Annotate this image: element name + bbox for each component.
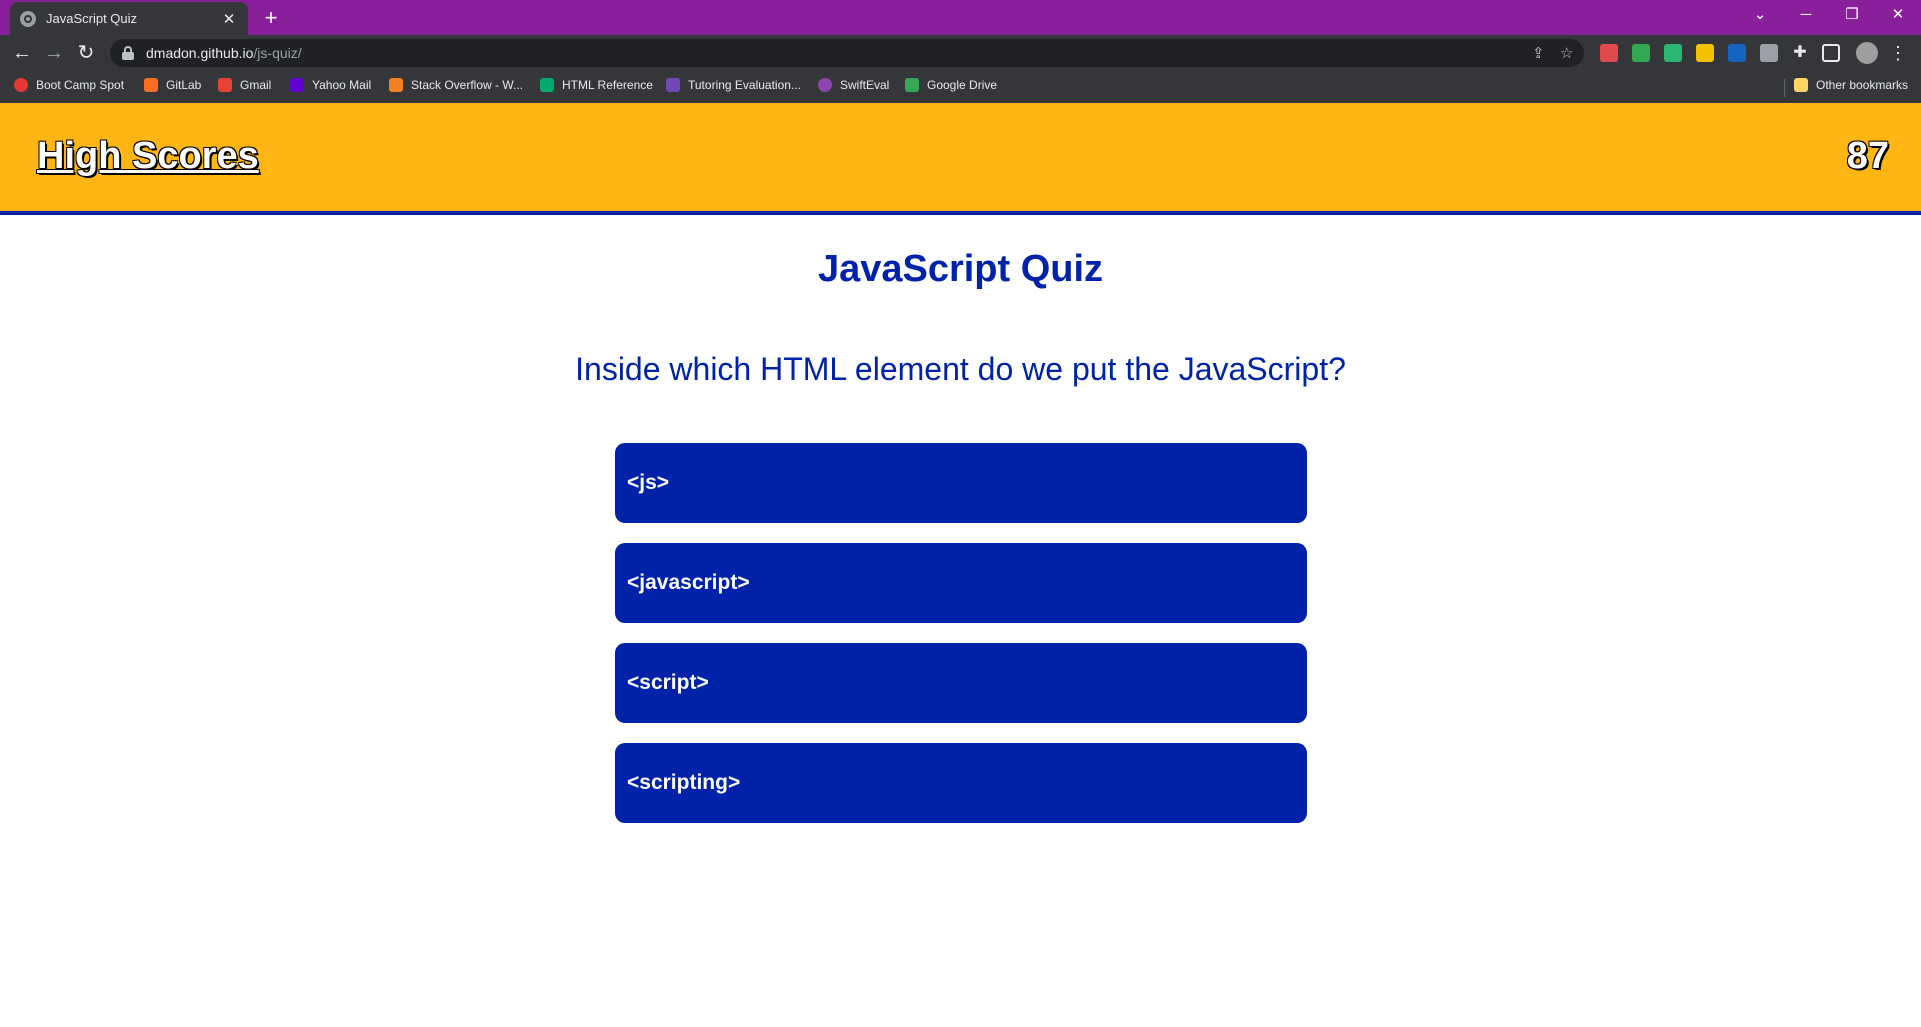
bookmark-gmail[interactable]: Gmail (218, 78, 271, 92)
quiz-header: High Scores 87 (0, 103, 1921, 215)
yahoo-icon (290, 78, 304, 92)
folder-icon (1794, 78, 1808, 92)
bookmark-yahoo-mail[interactable]: Yahoo Mail (290, 78, 371, 92)
bookmark-tutoring-evaluation[interactable]: Tutoring Evaluation... (666, 78, 801, 92)
globe-icon (20, 10, 36, 27)
tab-search-icon[interactable]: ⌄ (1737, 0, 1783, 30)
url-host: dmadon.github.io (146, 45, 254, 61)
browser-toolbar: ← → ↻ dmadon.github.io/js-quiz/ ⇪ ☆ ✚ ⋮ (0, 35, 1921, 71)
answer-button-2[interactable]: <javascript> (615, 543, 1307, 623)
answer-button-3[interactable]: <script> (615, 643, 1307, 723)
extension-icon-4[interactable] (1696, 44, 1714, 62)
question-text: Inside which HTML element do we put the … (575, 351, 1346, 387)
extension-icon-5[interactable] (1728, 44, 1746, 62)
form-icon (666, 78, 680, 92)
new-tab-button[interactable]: + (258, 5, 284, 31)
answer-button-4[interactable]: <scripting> (615, 743, 1307, 823)
star-icon[interactable]: ☆ (1560, 44, 1573, 62)
tab-title: JavaScript Quiz (46, 11, 138, 26)
share-icon[interactable]: ⇪ (1532, 44, 1545, 62)
extension-icon-1[interactable] (1600, 44, 1618, 62)
answer-button-1[interactable]: <js> (615, 443, 1307, 523)
gitlab-icon (144, 78, 158, 92)
camera-icon[interactable] (1760, 44, 1778, 62)
bookmark-gitlab[interactable]: GitLab (144, 78, 201, 92)
lock-icon[interactable] (122, 46, 134, 60)
extension-icon-2[interactable] (1632, 44, 1650, 62)
back-arrow-icon[interactable]: ← (10, 41, 34, 65)
bookmark-swifteval[interactable]: SwiftEval (818, 78, 889, 92)
menu-dots-icon[interactable]: ⋮ (1886, 41, 1910, 65)
address-bar[interactable]: dmadon.github.io/js-quiz/ ⇪ ☆ (110, 39, 1584, 67)
avatar[interactable] (1856, 42, 1878, 64)
forward-arrow-icon[interactable]: → (42, 41, 66, 65)
bookmark-boot-camp-spot[interactable]: Boot Camp Spot (14, 78, 124, 92)
reload-icon[interactable]: ↻ (74, 41, 98, 65)
gmail-icon (218, 78, 232, 92)
stack-overflow-icon (389, 78, 403, 92)
bookmarks-divider (1784, 79, 1785, 97)
bookmark-html-reference[interactable]: HTML Reference (540, 78, 653, 92)
bookmark-google-drive[interactable]: Google Drive (905, 78, 997, 92)
extension-icon-3[interactable] (1664, 44, 1682, 62)
close-window-button[interactable]: ✕ (1875, 0, 1921, 30)
puzzle-icon[interactable]: ✚ (1788, 41, 1812, 65)
swifteval-icon (818, 78, 832, 92)
restore-button[interactable]: ❐ (1829, 0, 1875, 30)
page-title: JavaScript Quiz (817, 248, 1104, 290)
url-path: /js-quiz/ (253, 45, 302, 61)
bookmark-icon (14, 78, 28, 92)
browser-tab[interactable]: JavaScript Quiz ✕ (10, 2, 248, 35)
bookmark-other-bookmarks[interactable]: Other bookmarks (1794, 78, 1908, 92)
close-tab-icon[interactable]: ✕ (220, 10, 238, 28)
minimize-button[interactable]: ─ (1783, 0, 1829, 30)
bookmarks-bar: Boot Camp Spot GitLab Gmail Yahoo Mail S… (0, 71, 1921, 103)
w3schools-icon (540, 78, 554, 92)
high-scores-link[interactable]: High Scores (37, 135, 259, 178)
timer: 87 (1846, 135, 1889, 177)
side-panel-icon[interactable] (1822, 44, 1840, 62)
window-titlebar: JavaScript Quiz ✕ + ⌄ ─ ❐ ✕ (0, 0, 1921, 35)
quiz-page: High Scores 87 JavaScript Quiz Inside wh… (0, 103, 1921, 1027)
bookmark-stack-overflow[interactable]: Stack Overflow - W... (389, 78, 523, 92)
google-drive-icon (905, 78, 919, 92)
